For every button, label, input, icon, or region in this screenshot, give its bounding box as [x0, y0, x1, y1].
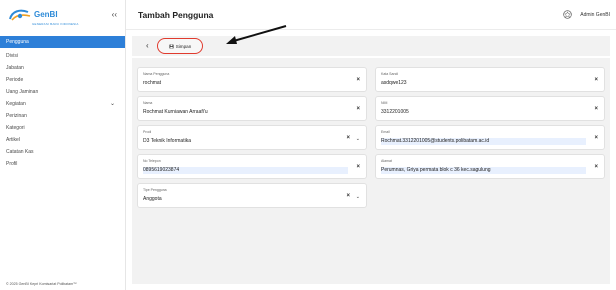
user-avatar-icon: [563, 10, 572, 19]
save-icon: [169, 44, 174, 48]
clear-icon[interactable]: ×: [346, 193, 350, 199]
sidebar-item-jabatan[interactable]: Jabatan: [0, 62, 125, 74]
alamat-field[interactable]: Alamat Perumnas, Griya permata blok c 36…: [375, 154, 605, 179]
page-title: Tambah Pengguna: [138, 9, 214, 20]
clear-icon[interactable]: ×: [594, 135, 598, 141]
clear-icon[interactable]: ×: [356, 77, 360, 83]
sidebar-item-catatan-kas[interactable]: Catatan Kas: [0, 146, 125, 158]
clear-icon[interactable]: ×: [594, 77, 598, 83]
email-input[interactable]: Rochmat.3312201005@students.polibatam.ac…: [381, 138, 586, 145]
sidebar: GenBI GENERASI BARU INDONESIA ‹‹ Penggun…: [0, 0, 126, 290]
clear-icon[interactable]: ×: [356, 106, 360, 112]
sidebar-item-periode[interactable]: Periode: [0, 74, 125, 86]
nama-pengguna-field[interactable]: Nama Pengguna rochmat ×: [137, 67, 367, 92]
kata-sandi-input[interactable]: asdqwe123: [381, 80, 407, 86]
sidebar-item-uang-jaminan[interactable]: Uang Jaminan: [0, 86, 125, 98]
kata-sandi-field[interactable]: Kata Sandi asdqwe123 ×: [375, 67, 605, 92]
user-name: Admin GenBI: [580, 11, 610, 18]
tipe-pengguna-select[interactable]: Anggota: [143, 196, 162, 202]
nama-pengguna-input[interactable]: rochmat: [143, 80, 161, 86]
collapse-sidebar-icon[interactable]: ‹‹: [112, 10, 117, 19]
clear-icon[interactable]: ×: [346, 135, 350, 141]
prodi-select[interactable]: D3 Teknik Informatika: [143, 138, 191, 144]
chevron-down-icon[interactable]: ⌄: [356, 136, 360, 142]
nim-field[interactable]: NIM 3312201005 ×: [375, 96, 605, 121]
sidebar-item-kegiatan[interactable]: Kegiatan ⌄: [0, 98, 125, 110]
user-menu[interactable]: Admin GenBI: [563, 10, 610, 19]
brand-subtitle: GENERASI BARU INDONESIA: [32, 22, 79, 26]
chevron-down-icon[interactable]: ⌄: [356, 194, 360, 200]
sidebar-item-pengguna[interactable]: Pengguna: [0, 36, 125, 48]
email-field[interactable]: Email Rochmat.3312201005@students.poliba…: [375, 125, 605, 150]
clear-icon[interactable]: ×: [594, 106, 598, 112]
sidebar-item-divisi[interactable]: Divisi: [0, 50, 125, 62]
chevron-down-icon[interactable]: ⌄: [110, 100, 115, 107]
brand-name: GenBI: [34, 10, 58, 19]
no-telepon-field[interactable]: No Telepon 0895619023874 ×: [137, 154, 367, 179]
tipe-pengguna-field[interactable]: Tipe Pengguna Anggota × ⌄: [137, 183, 367, 208]
genbi-logo-icon: [9, 9, 31, 21]
sidebar-item-artikel[interactable]: Artikel: [0, 134, 125, 146]
nama-field[interactable]: Nama Rochmat Kurniawan Arraafi'u ×: [137, 96, 367, 121]
form-panel: Nama Pengguna rochmat × Nama Rochmat Kur…: [132, 58, 610, 284]
nim-input[interactable]: 3312201005: [381, 109, 409, 115]
clear-icon[interactable]: ×: [356, 164, 360, 170]
annotation-arrow-icon: [226, 25, 287, 44]
topbar: Tambah Pengguna Admin GenBI: [126, 0, 616, 30]
alamat-input[interactable]: Perumnas, Griya permata blok c 36 kec.sa…: [381, 167, 586, 174]
back-chevron-icon[interactable]: ‹: [146, 41, 149, 50]
clear-icon[interactable]: ×: [594, 164, 598, 170]
nama-input[interactable]: Rochmat Kurniawan Arraafi'u: [143, 109, 208, 115]
no-telepon-input[interactable]: 0895619023874: [143, 167, 348, 174]
sidebar-item-profil[interactable]: Profil: [0, 158, 125, 170]
action-bar: ‹ Simpan: [132, 36, 610, 56]
save-label: Simpan: [175, 43, 192, 49]
sidebar-nav: Pengguna Divisi Jabatan Periode Uang Jam…: [0, 36, 125, 170]
brand[interactable]: GenBI GENERASI BARU INDONESIA ‹‹: [0, 0, 125, 30]
sidebar-item-kategori[interactable]: Kategori: [0, 122, 125, 134]
prodi-field[interactable]: Prodi D3 Teknik Informatika × ⌄: [137, 125, 367, 150]
footer-copyright: © 2025 GenBI Kepri Komisariat Polibatam™: [6, 282, 77, 286]
sidebar-item-perizinan[interactable]: Perizinan: [0, 110, 125, 122]
save-button[interactable]: Simpan: [157, 38, 203, 54]
